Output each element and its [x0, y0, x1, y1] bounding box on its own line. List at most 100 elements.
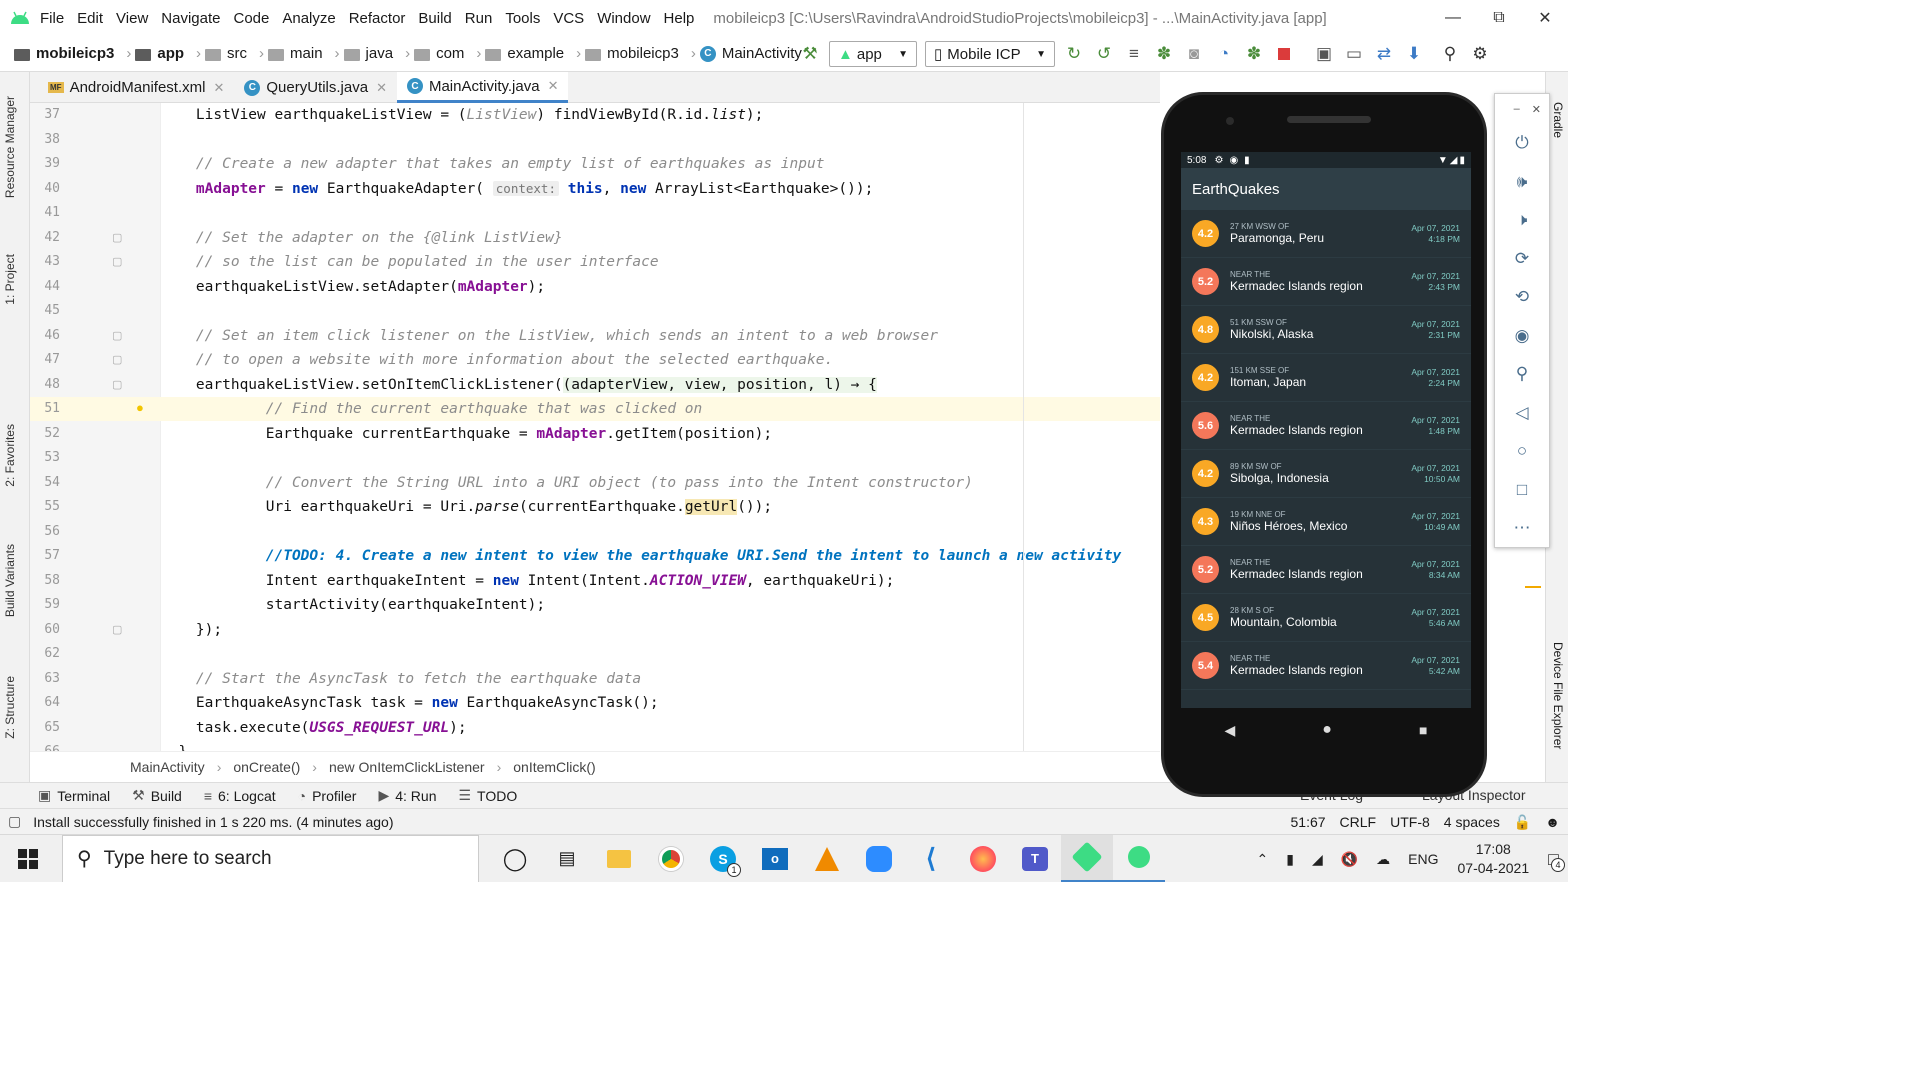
- code-line[interactable]: });: [161, 618, 1161, 642]
- breadcrumb-item[interactable]: › mobileicp3: [570, 45, 679, 62]
- code-line[interactable]: Earthquake currentEarthquake = mAdapter.…: [161, 422, 1161, 446]
- clock[interactable]: 17:08 07-04-2021: [1458, 840, 1530, 878]
- menu-help[interactable]: Help: [664, 10, 695, 27]
- zoom-icon[interactable]: ⚲: [1495, 355, 1549, 394]
- code-line[interactable]: [161, 642, 1161, 666]
- breadcrumb-item[interactable]: › main: [253, 45, 323, 62]
- close-icon[interactable]: ✕: [213, 80, 224, 96]
- earthquake-item[interactable]: 5.6 NEAR THE Kermadec Islands region Apr 07…: [1181, 402, 1471, 450]
- code-line[interactable]: [161, 299, 1161, 323]
- code-line[interactable]: EarthquakeAsyncTask task = new Earthquak…: [161, 691, 1161, 715]
- notifications-icon[interactable]: □4: [1548, 849, 1565, 872]
- phone-screen[interactable]: 5:08 ⚙ ◉ ▮ ▼ ◢ ▮ EarthQuakes 4.2 27 KM WS…: [1181, 152, 1471, 708]
- menu-vcs[interactable]: VCS: [553, 10, 584, 27]
- earthquake-item[interactable]: 5.2 NEAR THE Kermadec Islands region Apr 07…: [1181, 258, 1471, 306]
- tab-main-activity[interactable]: C MainActivity.java ✕: [396, 72, 569, 103]
- vscode-icon[interactable]: ⟨: [905, 835, 957, 883]
- earthquake-item[interactable]: 4.5 28 KM S OF Mountain, Colombia Apr 07, 2…: [1181, 594, 1471, 642]
- earthquake-item[interactable]: 4.2 27 KM WSW OF Paramonga, Peru Apr 07, 20…: [1181, 210, 1471, 258]
- chevron-up-icon[interactable]: ⌃: [1256, 851, 1268, 868]
- indent-setting[interactable]: 4 spaces: [1444, 814, 1500, 830]
- project-tab[interactable]: 1: Project: [3, 254, 17, 305]
- structure-tab[interactable]: Z: Structure: [3, 676, 17, 739]
- earthquake-item[interactable]: 4.2 151 KM SSE OF Itoman, Japan Apr 07, 202…: [1181, 354, 1471, 402]
- apply-code-changes-icon[interactable]: ≡: [1119, 39, 1149, 69]
- code-line[interactable]: [161, 520, 1161, 544]
- earthquake-item[interactable]: 4.8 51 KM SSW OF Nikolski, Alaska Apr 07, 2…: [1181, 306, 1471, 354]
- layout-icon[interactable]: ▭: [1339, 39, 1369, 69]
- line-separator[interactable]: CRLF: [1340, 814, 1377, 830]
- stop-icon[interactable]: [1269, 39, 1299, 69]
- code-line[interactable]: // to open a website with more informati…: [161, 348, 1161, 372]
- fold-marker-icon[interactable]: ▢: [112, 353, 122, 366]
- fold-marker-icon[interactable]: ▢: [112, 231, 122, 244]
- code-line[interactable]: // Convert the String URL into a URI obj…: [161, 471, 1161, 495]
- menu-run[interactable]: Run: [465, 10, 493, 27]
- menu-tools[interactable]: Tools: [505, 10, 540, 27]
- chrome-icon[interactable]: [645, 835, 697, 883]
- code-editor[interactable]: ListView earthquakeListView = (ListView)…: [161, 103, 1161, 751]
- rerun-icon[interactable]: ↻: [1059, 39, 1089, 69]
- code-line[interactable]: }: [161, 740, 1161, 751]
- hammer-icon[interactable]: ⚒: [795, 39, 825, 69]
- code-line[interactable]: [161, 128, 1161, 152]
- menu-window[interactable]: Window: [597, 10, 650, 27]
- taskbar-search[interactable]: ⚲ Type here to search: [62, 834, 479, 882]
- code-breadcrumb-item[interactable]: onItemClick(): [513, 759, 595, 775]
- build-variants-tab[interactable]: Build Variants: [3, 544, 17, 617]
- device-manager-icon[interactable]: ▣: [1309, 39, 1339, 69]
- teams-icon[interactable]: T: [1009, 835, 1061, 883]
- firefox-icon[interactable]: [957, 835, 1009, 883]
- profile-icon[interactable]: ◔: [1209, 39, 1239, 69]
- home-icon[interactable]: ●: [1322, 721, 1332, 739]
- language-indicator[interactable]: ENG: [1408, 851, 1438, 867]
- rotate-left-icon[interactable]: ⟳: [1495, 240, 1549, 279]
- menu-code[interactable]: Code: [233, 10, 269, 27]
- widgets-icon[interactable]: ▤: [541, 835, 593, 883]
- wifi-icon[interactable]: ◢: [1312, 851, 1323, 868]
- emulator-taskbar-icon[interactable]: [1113, 835, 1165, 882]
- code-breadcrumb-item[interactable]: onCreate(): [233, 759, 300, 775]
- resource-manager-tab[interactable]: Resource Manager: [3, 96, 17, 198]
- menu-edit[interactable]: Edit: [77, 10, 103, 27]
- volume-up-icon[interactable]: 🕪: [1495, 163, 1549, 202]
- lightbulb-icon[interactable]: ●: [136, 400, 144, 415]
- todo-tab[interactable]: ☰ TODO: [458, 787, 517, 804]
- cursor-position[interactable]: 51:67: [1291, 814, 1326, 830]
- code-line[interactable]: //TODO: 4. Create a new intent to view t…: [161, 544, 1161, 568]
- tab-query-utils[interactable]: C QueryUtils.java ✕: [234, 72, 397, 103]
- earthquake-item[interactable]: 4.3 19 KM NNE OF Niños Héroes, Mexico Apr 0…: [1181, 498, 1471, 546]
- home-icon[interactable]: ○: [1495, 432, 1549, 471]
- breadcrumb-item[interactable]: › app: [120, 45, 184, 62]
- sync-gradle-icon[interactable]: ⇄: [1369, 39, 1399, 69]
- sdk-manager-icon[interactable]: ⬇: [1399, 39, 1429, 69]
- earthquake-item[interactable]: 4.2 89 KM SW OF Sibolga, Indonesia Apr 07, …: [1181, 450, 1471, 498]
- gradle-tab[interactable]: Gradle: [1551, 102, 1565, 138]
- code-line[interactable]: startActivity(earthquakeIntent);: [161, 593, 1161, 617]
- code-line[interactable]: ListView earthquakeListView = (ListView)…: [161, 103, 1161, 127]
- overview-icon[interactable]: ■: [1419, 722, 1427, 738]
- volume-down-icon[interactable]: 🕨: [1495, 201, 1549, 240]
- camera-icon[interactable]: ◉: [1495, 317, 1549, 356]
- code-line[interactable]: // so the list can be populated in the u…: [161, 250, 1161, 274]
- skype-icon[interactable]: S1: [697, 835, 749, 883]
- search-icon[interactable]: ⚲: [1435, 39, 1465, 69]
- power-icon[interactable]: ⏻: [1495, 124, 1549, 163]
- menu-view[interactable]: View: [116, 10, 148, 27]
- more-icon[interactable]: ⋯: [1495, 509, 1549, 548]
- code-line[interactable]: mAdapter = new EarthquakeAdapter( contex…: [161, 177, 1161, 201]
- code-line[interactable]: task.execute(USGS_REQUEST_URL);: [161, 716, 1161, 740]
- zoom-icon[interactable]: [853, 835, 905, 883]
- device-file-explorer-tab[interactable]: Device File Explorer: [1551, 642, 1565, 749]
- overview-icon[interactable]: □: [1495, 471, 1549, 510]
- code-breadcrumb-item[interactable]: MainActivity: [130, 759, 205, 775]
- menu-refactor[interactable]: Refactor: [349, 10, 406, 27]
- fold-marker-icon[interactable]: ▢: [112, 623, 122, 636]
- settings-icon[interactable]: ⚙: [1465, 39, 1495, 69]
- lock-icon[interactable]: 🔓: [1514, 814, 1531, 831]
- outlook-icon[interactable]: o: [749, 835, 801, 883]
- code-line[interactable]: earthquakeListView.setOnItemClickListene…: [161, 373, 1161, 397]
- build-tab[interactable]: ⚒ Build: [132, 787, 182, 804]
- code-line[interactable]: // Create a new adapter that takes an em…: [161, 152, 1161, 176]
- code-line[interactable]: [161, 201, 1161, 225]
